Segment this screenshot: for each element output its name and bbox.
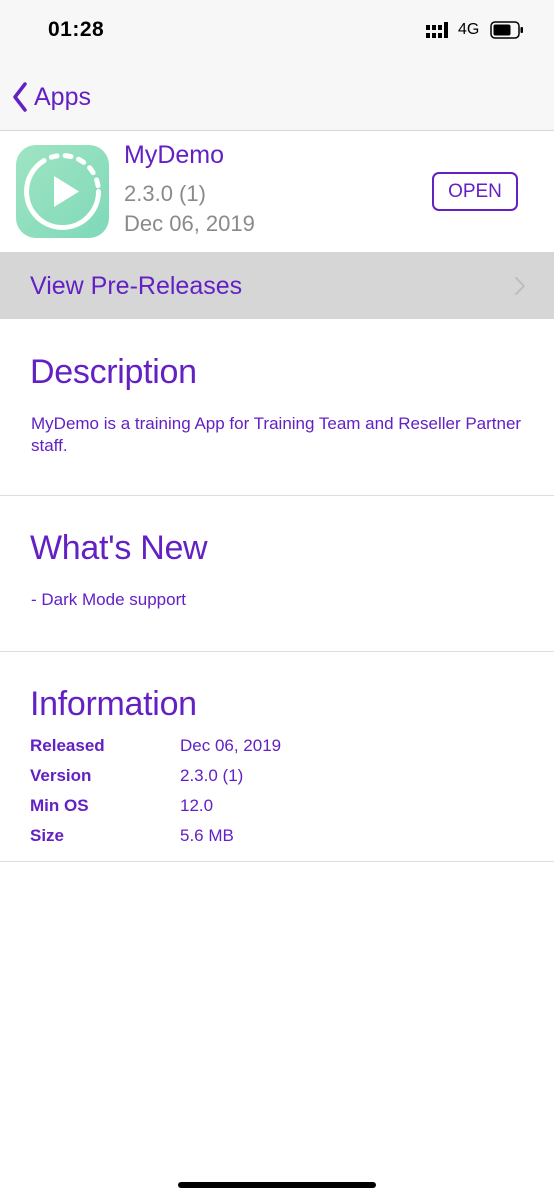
battery-icon <box>490 21 523 39</box>
chevron-left-icon <box>13 82 27 112</box>
info-label: Released <box>30 736 105 755</box>
info-value: Dec 06, 2019 <box>180 736 282 755</box>
info-label: Min OS <box>30 796 89 815</box>
information-title: Information <box>30 685 197 723</box>
view-pre-releases-label: View Pre-Releases <box>30 272 243 300</box>
whats-new-text: - Dark Mode support <box>31 590 186 609</box>
description-section: Description MyDemo is a training App for… <box>0 319 554 496</box>
network-type: 4G <box>458 21 480 38</box>
back-button[interactable]: Apps <box>12 80 91 114</box>
whats-new-section: What's New - Dark Mode support <box>0 496 554 652</box>
chevron-right-icon <box>515 277 525 295</box>
info-value: 5.6 MB <box>180 826 234 845</box>
home-indicator[interactable] <box>178 1182 376 1188</box>
info-label: Version <box>30 766 92 785</box>
status-bar: 01:28 4G <box>0 0 554 62</box>
description-text: MyDemo is a training App for Training Te… <box>31 414 522 455</box>
signal-bars-icon <box>426 22 448 38</box>
app-header: MyDemo 2.3.0 (1) Dec 06, 2019 OPEN <box>0 131 554 252</box>
app-date: Dec 06, 2019 <box>124 211 255 236</box>
app-name: MyDemo <box>124 141 225 169</box>
open-button[interactable]: OPEN <box>432 172 518 211</box>
info-value: 12.0 <box>180 796 214 815</box>
whats-new-title: What's New <box>30 529 208 567</box>
app-icon <box>16 145 109 238</box>
description-title: Description <box>30 353 197 391</box>
view-pre-releases-row[interactable]: View Pre-Releases <box>0 252 554 319</box>
app-version: 2.3.0 (1) <box>124 181 206 206</box>
navigation-bar: Apps <box>0 62 554 131</box>
information-section: Information Released Dec 06, 2019 Versio… <box>0 652 554 862</box>
back-label: Apps <box>34 82 91 111</box>
status-time: 01:28 <box>48 18 105 41</box>
app-detail-screen: 01:28 4G Apps MyDemo 2.3.0 (1) Dec 06, 2… <box>0 0 554 1200</box>
play-circle-icon <box>24 153 101 230</box>
info-value: 2.3.0 (1) <box>180 766 244 785</box>
info-label: Size <box>30 826 65 845</box>
